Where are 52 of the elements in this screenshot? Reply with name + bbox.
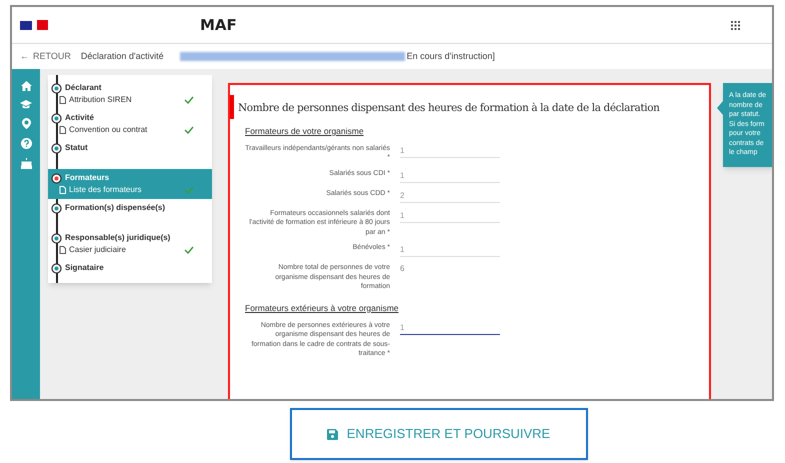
step-sublabel: Casier judiciaire <box>69 244 126 256</box>
step-item[interactable]: Activité Convention ou contrat <box>48 109 212 139</box>
document-icon <box>59 126 66 134</box>
number-input[interactable]: 1 <box>400 208 500 223</box>
help-icon[interactable] <box>20 138 32 149</box>
number-input[interactable]: 1 <box>400 320 500 334</box>
step-dot-icon <box>51 172 62 184</box>
step-label: Responsable(s) juridique(s) <box>65 232 170 244</box>
step-item[interactable]: Responsable(s) juridique(s) Casier judiciaire <box>48 229 212 259</box>
graduation-cap-icon[interactable] <box>20 100 32 109</box>
step-label: Statut <box>65 142 88 154</box>
step-item[interactable]: Formation(s) dispensée(s) <box>48 199 212 229</box>
step-sublabel: Liste des formateurs <box>69 184 142 196</box>
page-title: Déclaration d'activité <box>80 50 164 63</box>
step-item[interactable]: Signataire <box>48 259 212 289</box>
form-title: Nombre de personnes dispensant des heures de formation à la date de la déclaration <box>238 102 660 114</box>
location-pin-icon[interactable] <box>22 118 30 129</box>
step-item[interactable]: Formateurs Liste des formateurs <box>48 169 212 199</box>
step-label: Formateurs <box>65 172 110 184</box>
step-dot-icon <box>51 142 62 154</box>
number-input[interactable]: 1 <box>400 243 500 258</box>
total-value: 6 <box>400 263 404 276</box>
document-icon <box>59 246 66 254</box>
document-icon <box>59 96 66 104</box>
step-item[interactable]: Statut <box>48 139 212 169</box>
document-icon <box>59 186 66 194</box>
number-input[interactable]: 1 <box>400 168 500 183</box>
step-dot-icon <box>51 202 62 214</box>
status-text: En cours d'instruction] <box>406 50 495 63</box>
section-heading: Formateurs de votre organisme <box>245 125 364 138</box>
step-dot-icon <box>51 112 62 124</box>
step-label: Signataire <box>65 262 104 274</box>
flag-logo-icon <box>20 19 50 31</box>
cake-icon[interactable] <box>20 158 32 169</box>
save-icon <box>326 428 338 440</box>
number-input[interactable]: 1 <box>400 144 500 158</box>
step-dot-icon <box>51 262 62 274</box>
apps-grid-icon[interactable] <box>731 20 740 30</box>
home-icon[interactable] <box>20 81 32 91</box>
step-label: Activité <box>65 112 94 124</box>
step-label: Formation(s) dispensée(s) <box>65 202 166 214</box>
step-sublabel: Convention ou contrat <box>69 124 148 136</box>
back-button[interactable]: ← RETOUR <box>20 50 71 64</box>
step-item[interactable]: Déclarant Attribution SIREN <box>48 79 212 109</box>
app-title: MAF <box>200 14 237 36</box>
step-dot-icon <box>51 232 62 244</box>
step-label: Déclarant <box>65 82 102 94</box>
number-input[interactable]: 2 <box>400 188 500 203</box>
step-sublabel: Attribution SIREN <box>69 94 132 106</box>
step-dot-icon <box>51 82 62 94</box>
section-heading: Formateurs extérieurs à votre organisme <box>245 302 399 314</box>
save-button[interactable]: ENREGISTRER ET POURSUIVRE <box>290 408 588 460</box>
